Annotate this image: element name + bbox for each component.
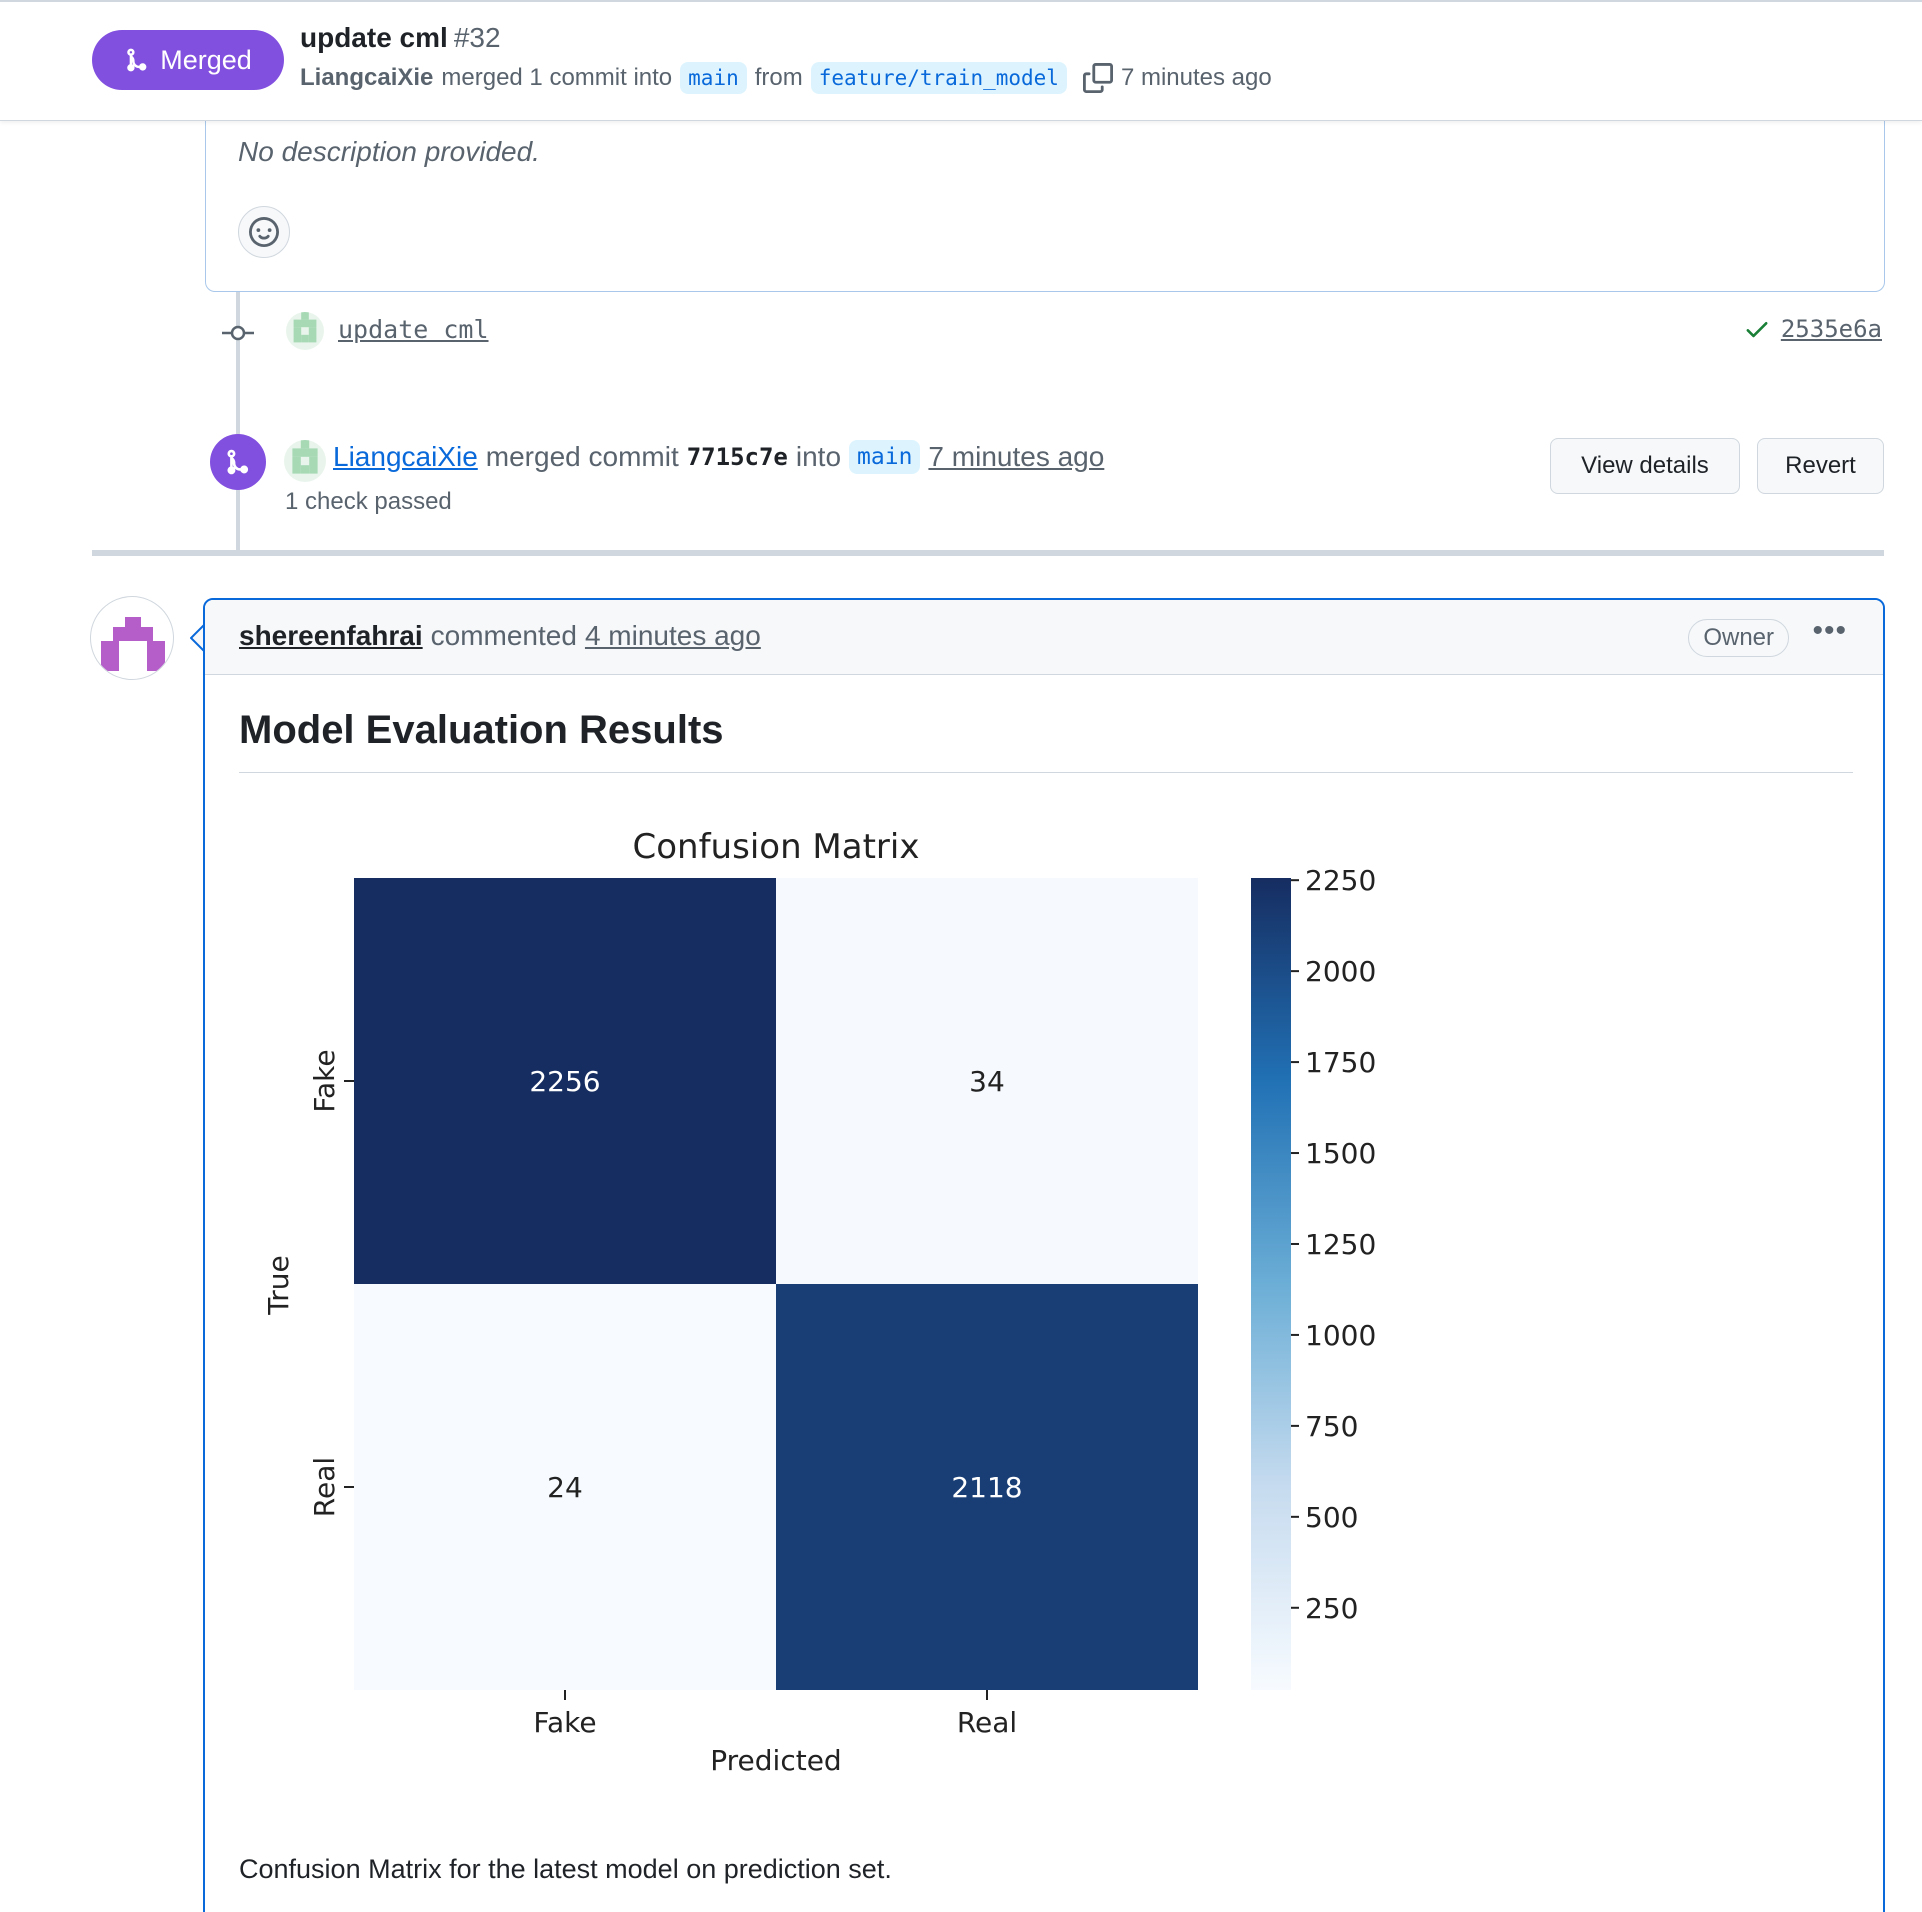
merge-commit-sha[interactable]: 7715c7e [687, 443, 788, 471]
comment-header-text: shereenfahrai commented 4 minutes ago [239, 620, 761, 652]
merge-into: into [795, 441, 842, 472]
merger-avatar[interactable] [284, 440, 326, 482]
cell-value-label: 34 [969, 1065, 1005, 1098]
git-merge-icon [127, 48, 147, 72]
view-details-button[interactable]: View details [1550, 438, 1740, 494]
cell-value-label: 24 [547, 1471, 583, 1504]
colorbar-tick-label: 2250 [1305, 864, 1376, 897]
merger-user-link[interactable]: LiangcaiXie [333, 441, 478, 473]
commenter-avatar[interactable] [90, 596, 174, 680]
cell-value-label: 2118 [951, 1471, 1022, 1504]
git-commit-icon [222, 325, 254, 341]
colorbar-tick-label: 250 [1305, 1592, 1358, 1625]
cell-value-label: 2256 [529, 1065, 600, 1098]
comment-action: commented [430, 620, 577, 651]
colorbar-tick-label: 750 [1305, 1410, 1358, 1443]
colorbar-tick-label: 2000 [1305, 955, 1376, 988]
pr-description: No description provided. [205, 100, 1885, 292]
pr-title-text: update cml [300, 22, 448, 53]
colorbar-tick-label: 1250 [1305, 1228, 1376, 1261]
merge-target-branch[interactable]: main [849, 440, 921, 474]
x-tick-label: Real [957, 1706, 1017, 1739]
colorbar-tick-label: 1500 [1305, 1137, 1376, 1170]
x-tick-label: Fake [533, 1706, 596, 1739]
merge-action: merged commit [485, 441, 679, 472]
comment-caption: Confusion Matrix for the latest model on… [239, 1854, 892, 1884]
commit-message-link[interactable]: update cml [338, 315, 489, 344]
heading-rule [239, 772, 1853, 773]
merge-event-badge [210, 434, 266, 490]
colorbar-tick-label: 500 [1305, 1501, 1358, 1534]
checks-status[interactable]: 1 check passed [285, 488, 452, 516]
kebab-menu-icon[interactable]: ••• [1812, 614, 1847, 648]
pr-sticky-header: Merged update cml #32 LiangcaiXie merged … [0, 0, 1922, 121]
colorbar-tick-label: 1750 [1305, 1046, 1376, 1079]
pr-title: update cml #32 [300, 22, 501, 54]
pr-time: 7 minutes ago [1120, 64, 1272, 91]
y-tick-label: Real [308, 1457, 341, 1517]
colorbar-tick-label: 1000 [1305, 1319, 1376, 1352]
git-merge-icon [227, 449, 249, 475]
head-branch[interactable]: feature/train_model [810, 62, 1067, 94]
merged-text: merged 1 commit into [441, 64, 673, 91]
state-label: Merged [160, 44, 252, 75]
description-text: No description provided. [238, 136, 540, 167]
commenter-user-link[interactable]: shereenfahrai [239, 620, 423, 652]
commit-author-avatar[interactable] [286, 312, 324, 350]
from-text: from [754, 64, 803, 91]
add-reaction-button[interactable] [238, 206, 290, 258]
revert-button[interactable]: Revert [1757, 438, 1884, 494]
commit-status: 2535e6a [1743, 315, 1882, 343]
x-axis-label: Predicted [710, 1744, 841, 1777]
merge-event-text: LiangcaiXie merged commit 7715c7e into m… [333, 440, 1104, 474]
smiley-icon [249, 217, 279, 247]
comment-heading: Model Evaluation Results [239, 708, 724, 752]
owner-badge: Owner [1688, 619, 1789, 657]
commit-sha-link[interactable]: 2535e6a [1781, 315, 1882, 343]
pr-number: #32 [453, 22, 501, 53]
merged-state-badge: Merged [92, 30, 284, 90]
merge-time-link[interactable]: 7 minutes ago [928, 441, 1104, 473]
comment-time-link[interactable]: 4 minutes ago [585, 620, 761, 652]
y-tick-label: Fake [308, 1049, 341, 1112]
timeline-divider [92, 550, 1884, 556]
chart-title: Confusion Matrix [633, 827, 920, 867]
colorbar [1251, 878, 1291, 1690]
confusion-matrix-chart: Confusion Matrix Predicted True 2256 34 24… [262, 827, 1376, 1777]
copy-icon[interactable] [1082, 63, 1113, 93]
pr-meta: LiangcaiXie merged 1 commit into main fr… [300, 62, 1272, 94]
pr-author[interactable]: LiangcaiXie [300, 64, 433, 92]
check-icon[interactable] [1743, 315, 1771, 343]
comment-header: shereenfahrai commented 4 minutes ago Ow… [205, 600, 1883, 675]
y-axis-label: True [262, 1255, 295, 1315]
base-branch[interactable]: main [680, 62, 747, 94]
